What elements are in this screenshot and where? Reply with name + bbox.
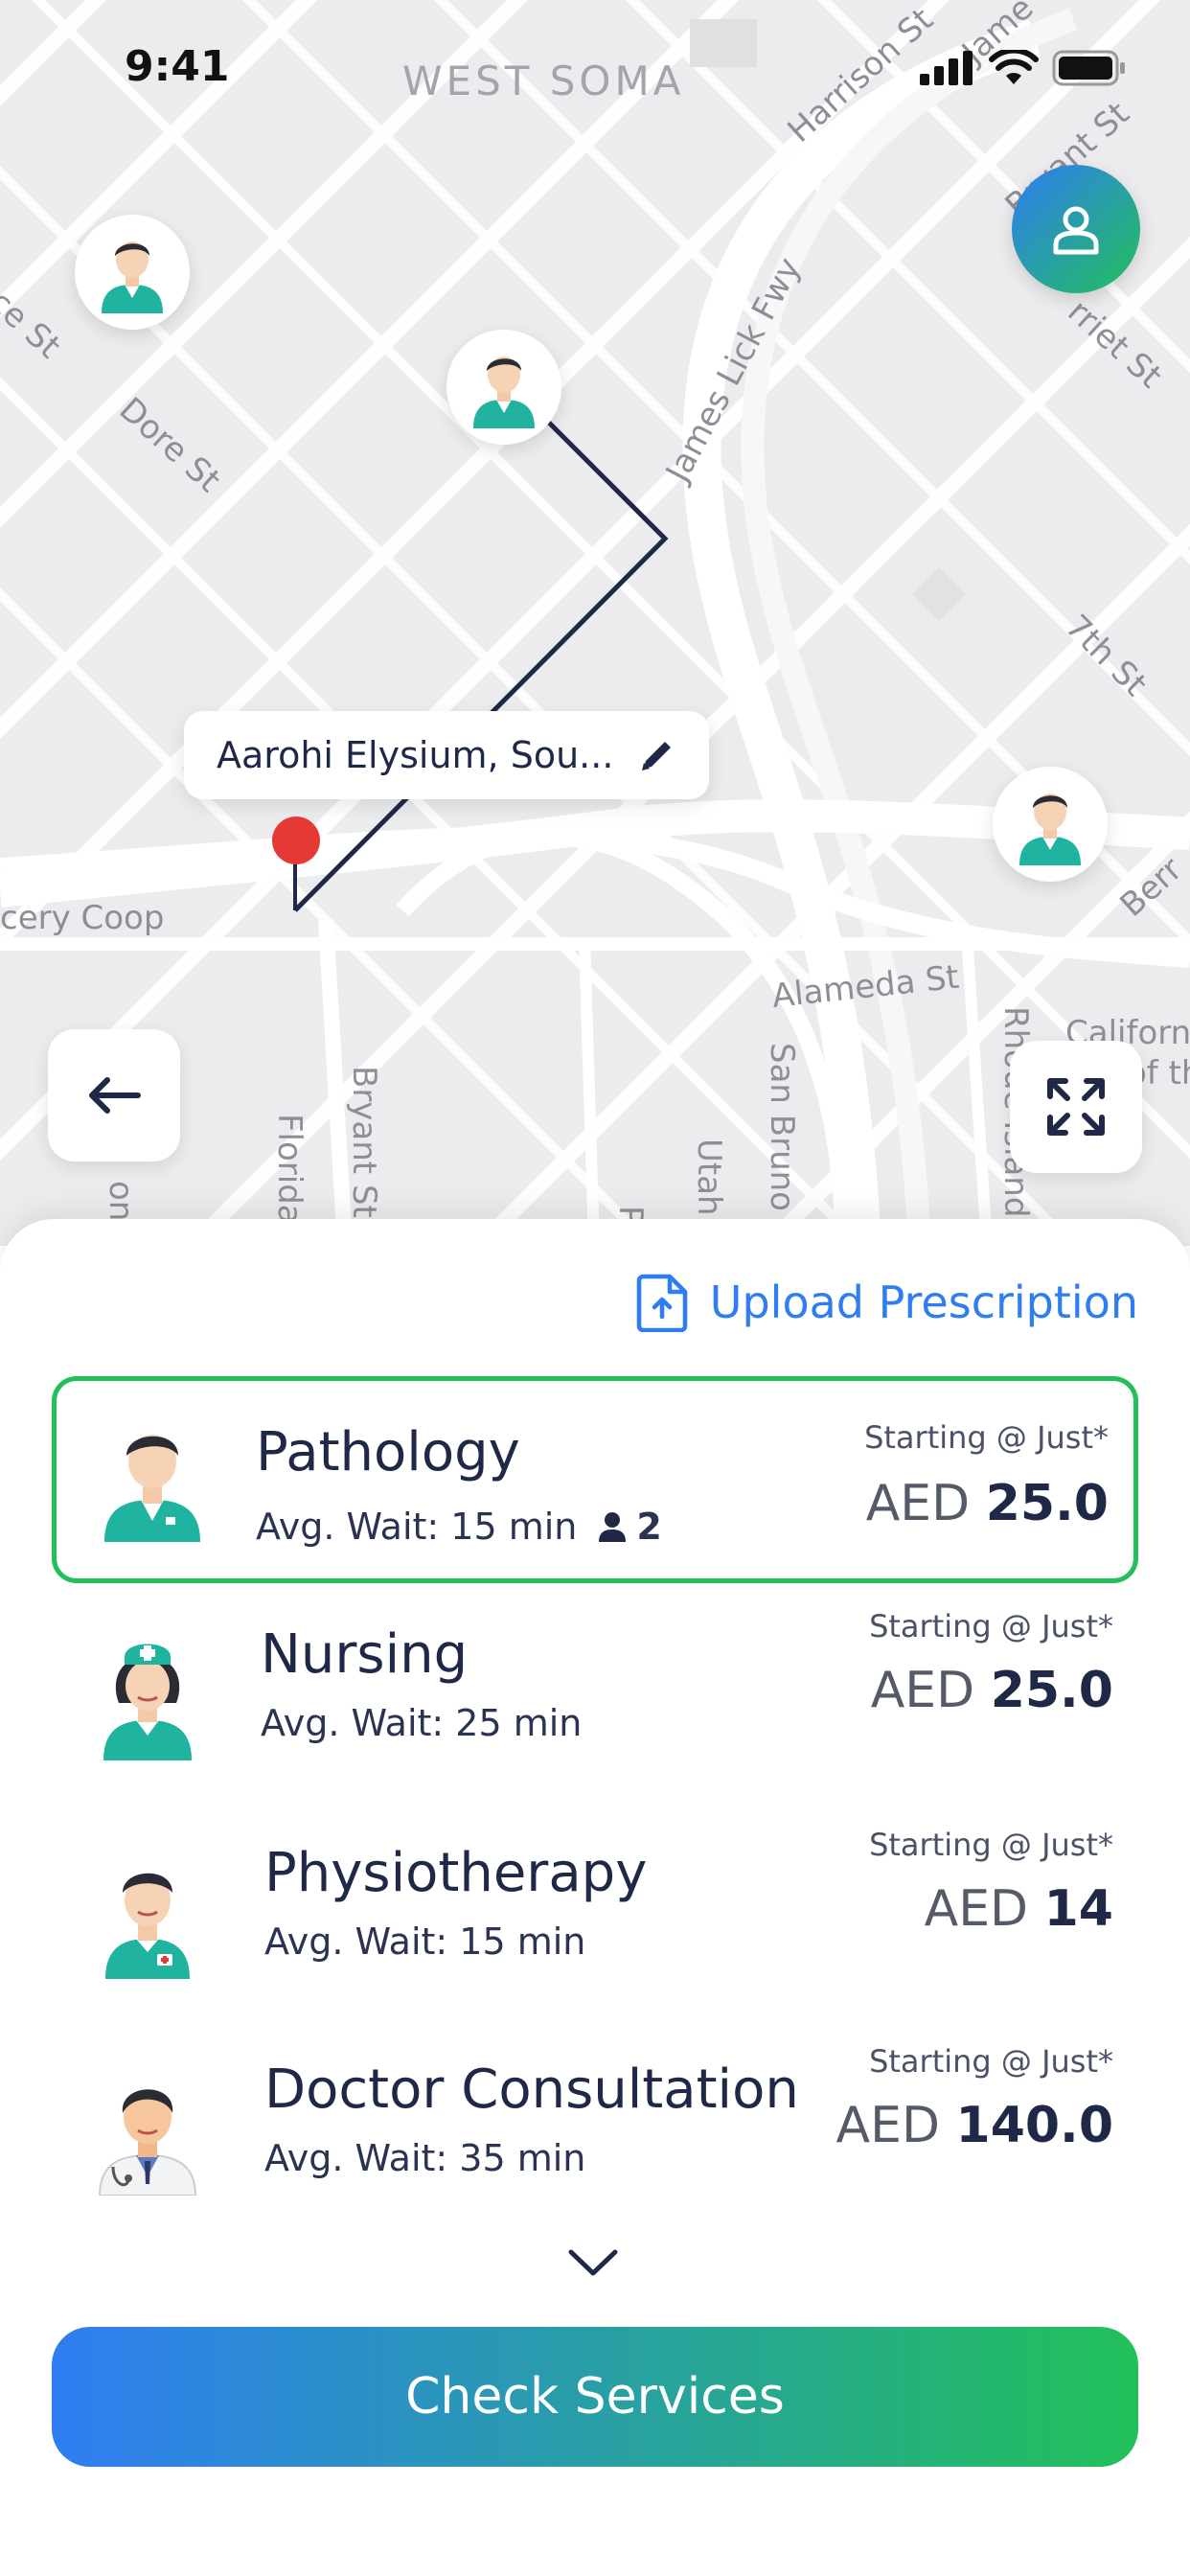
service-price: AED 140.0 [836,2097,1113,2154]
provider-pin[interactable] [993,767,1108,882]
provider-pin[interactable] [75,215,190,330]
price-amount: 140.0 [955,2097,1113,2154]
arrow-left-icon [89,1077,141,1114]
map-label-grocery-coop: cery Coop [0,899,165,937]
status-time: 9:41 [125,42,230,91]
price-currency: AED [865,1475,971,1532]
price-currency: AED [924,1880,1029,1938]
service-wait: Avg. Wait: 15 min 2 [256,1506,662,1548]
queue-count: 2 [598,1506,662,1548]
map-view[interactable]: WEST SOMA Harrison St Jame Bryant St rri… [0,0,1190,1246]
upload-prescription-button[interactable]: Upload Prescription [635,1273,1138,1332]
chevron-down-icon[interactable] [567,2246,619,2279]
pencil-icon[interactable] [636,734,678,776]
location-pin-icon [272,816,320,864]
price-currency: AED [870,1662,975,1719]
expand-map-button[interactable] [1010,1041,1142,1173]
service-name: Doctor Consultation [264,2058,799,2121]
nurse-avatar-icon [103,1644,192,1760]
address-chip[interactable]: Aarohi Elysium, Sou... [184,711,709,799]
map-label-bryant-st-bottom: Bryant St [345,1066,383,1218]
queue-count-value: 2 [636,1506,662,1548]
price-amount: 25.0 [985,1475,1109,1532]
service-item-pathology[interactable]: Pathology Avg. Wait: 15 min 2 Starting @… [52,1376,1138,1583]
service-wait-text: Avg. Wait: 35 min [264,2137,586,2179]
map-label-san-bruno: San Bruno A [763,1043,801,1245]
starting-label: Starting @ Just* [869,2043,1113,2080]
service-wait-text: Avg. Wait: 15 min [256,1506,578,1548]
service-price: AED 25.0 [871,1662,1113,1719]
male-lab-tech-avatar-icon [104,1435,200,1542]
service-name: Physiotherapy [264,1842,648,1904]
price-amount: 14 [1043,1880,1113,1938]
file-upload-icon [636,1274,688,1332]
male-lab-tech-avatar-icon [1019,794,1081,865]
check-services-label: Check Services [405,2368,785,2426]
upload-prescription-label: Upload Prescription [709,1276,1138,1328]
address-text: Aarohi Elysium, Sou... [217,734,614,776]
cellular-signal-icon [920,51,973,85]
profile-button[interactable] [1012,165,1140,293]
status-icons [920,50,1127,86]
service-wait-text: Avg. Wait: 15 min [264,1920,586,1963]
service-name: Nursing [261,1623,469,1686]
service-name: Pathology [256,1421,520,1484]
service-price: AED 25.0 [866,1475,1109,1532]
service-item-doctor-consultation[interactable]: Doctor Consultation Avg. Wait: 35 min St… [52,2030,1138,2237]
male-lab-tech-avatar-icon [473,356,535,428]
service-wait: Avg. Wait: 35 min [264,2137,585,2179]
starting-label: Starting @ Just* [869,1608,1113,1644]
price-currency: AED [835,2097,940,2154]
back-button[interactable] [48,1029,180,1162]
service-wait: Avg. Wait: 25 min [261,1702,582,1744]
service-wait-text: Avg. Wait: 25 min [261,1702,583,1744]
wifi-icon [989,50,1039,84]
starting-label: Starting @ Just* [869,1827,1113,1863]
person-icon [599,1512,627,1542]
battery-icon [1052,50,1125,86]
check-services-button[interactable]: Check Services [52,2327,1138,2467]
service-item-nursing[interactable]: Nursing Avg. Wait: 25 min Starting @ Jus… [52,1595,1138,1802]
service-item-physiotherapy[interactable]: Physiotherapy Avg. Wait: 15 min Starting… [52,1813,1138,2020]
service-price: AED 14 [925,1880,1113,1938]
user-icon [1053,206,1099,255]
services-sheet: Upload Prescription Pathology Avg. Wait:… [0,1219,1190,2576]
provider-pin[interactable] [446,330,561,445]
status-bar: 9:41 [0,0,1190,134]
physiotherapist-avatar-icon [105,1873,190,1979]
service-wait: Avg. Wait: 15 min [264,1920,585,1963]
starting-label: Starting @ Just* [864,1419,1109,1456]
male-lab-tech-avatar-icon [102,242,163,313]
price-amount: 25.0 [990,1662,1113,1719]
doctor-avatar-icon [98,2089,197,2196]
expand-icon [1047,1078,1105,1136]
